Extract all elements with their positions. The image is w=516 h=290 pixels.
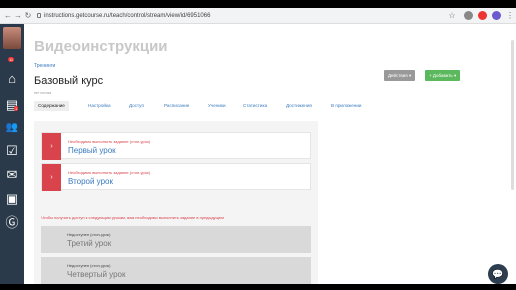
- url-field[interactable]: instructions.getcourse.ru/teach/control/…: [44, 11, 210, 21]
- reload-icon[interactable]: ↻: [24, 12, 32, 20]
- arrow-left-icon[interactable]: ←: [4, 12, 12, 20]
- tab-content[interactable]: Содержание: [34, 101, 69, 111]
- lesson-item[interactable]: › Необходимо выполнить задание (стоп-уро…: [41, 132, 311, 160]
- tab-app[interactable]: В приложении: [331, 101, 361, 111]
- chat-icon[interactable]: 💬: [488, 264, 508, 284]
- actions-button[interactable]: Действия ▾: [384, 70, 416, 81]
- getcourse-icon[interactable]: Ⓖ: [5, 216, 19, 230]
- locked-lesson-name: Третий урок: [67, 239, 112, 248]
- breadcrumb[interactable]: Тренинги: [34, 63, 55, 69]
- avatar-badge: 11: [8, 57, 15, 62]
- main-content: Видеоинструкции Тренинги Базовый курс не…: [24, 24, 516, 284]
- users-icon[interactable]: 👥: [5, 121, 19, 135]
- chevron-right-icon: ›: [42, 133, 61, 160]
- scrollbar[interactable]: [511, 40, 514, 190]
- sidebar: 11 ⌂ ▤ 1 👥 ☑ ✉ ▣ Ⓖ: [0, 24, 24, 284]
- home-icon[interactable]: ⌂: [5, 72, 19, 86]
- locked-lesson-name: Четвертый урок: [67, 270, 126, 279]
- locked-lesson-item: Недоступен (стоп-урок) Третий урок: [41, 226, 311, 253]
- add-button[interactable]: + Добавить ▾: [425, 70, 461, 81]
- browser-window: ← → ↻ instructions.getcourse.ru/teach/co…: [0, 8, 516, 284]
- star-icon[interactable]: ☆: [448, 12, 456, 20]
- tab-settings[interactable]: Настройка: [88, 101, 111, 111]
- lessons-panel: › Необходимо выполнить задание (стоп-уро…: [34, 121, 318, 284]
- tab-achievements[interactable]: Достижения: [286, 101, 312, 111]
- locked-status: Недоступен (стоп-урок): [67, 263, 111, 268]
- lesson-item[interactable]: › Необходимо выполнить задание (стоп-уро…: [41, 163, 311, 191]
- extension-icon[interactable]: [464, 11, 473, 20]
- tab-students[interactable]: Ученики: [208, 101, 226, 111]
- mail-icon[interactable]: ✉: [5, 168, 19, 182]
- locked-lesson-item: Недоступен (стоп-урок) Четвертый урок: [41, 257, 311, 284]
- course-title: Базовый курс: [34, 75, 104, 87]
- locked-status: Недоступен (стоп-урок): [67, 232, 111, 237]
- tab-statistics[interactable]: Статистика: [243, 101, 267, 111]
- address-bar: ← → ↻ instructions.getcourse.ru/teach/co…: [0, 8, 516, 24]
- lock-icon: [37, 13, 41, 18]
- stop-lesson-warning: Чтобы получить доступ к следующим урокам…: [41, 215, 224, 220]
- lesson-name[interactable]: Первый урок: [68, 146, 116, 155]
- arrow-right-icon[interactable]: →: [14, 12, 22, 20]
- screen-frame: ← → ↻ instructions.getcourse.ru/teach/co…: [0, 0, 516, 290]
- tab-schedule[interactable]: Расписание: [164, 101, 189, 111]
- store-icon[interactable]: ▣: [5, 192, 19, 206]
- avatar[interactable]: [3, 27, 21, 49]
- course-subtitle: нет потока: [34, 91, 52, 95]
- page-title: Видеоинструкции: [34, 38, 168, 55]
- tasks-icon[interactable]: ☑: [5, 144, 19, 158]
- lesson-name[interactable]: Второй урок: [68, 177, 113, 186]
- lesson-requirement: Необходимо выполнить задание (стоп-урок): [68, 139, 151, 144]
- tab-access[interactable]: Доступ: [129, 101, 144, 111]
- profile-icon[interactable]: [492, 11, 501, 20]
- lesson-requirement: Необходимо выполнить задание (стоп-урок): [68, 170, 151, 175]
- opera-icon[interactable]: [478, 11, 487, 20]
- menu-icon[interactable]: ⋮: [506, 12, 514, 20]
- chevron-right-icon: ›: [42, 164, 61, 191]
